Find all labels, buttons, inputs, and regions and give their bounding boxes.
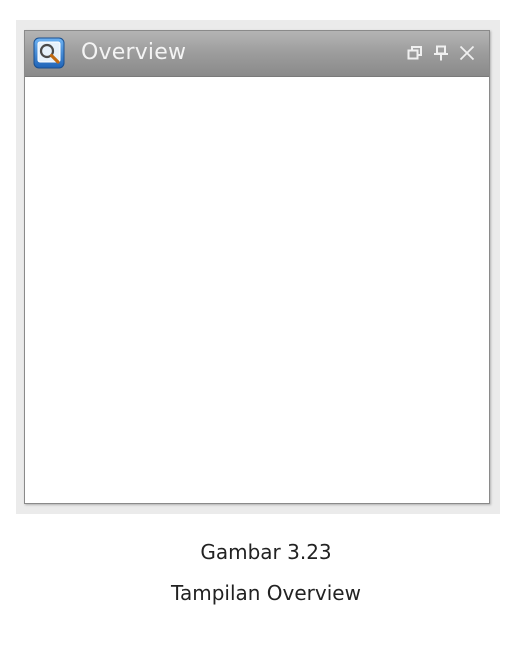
- title-controls: [405, 43, 477, 63]
- panel-title: Overview: [81, 40, 187, 65]
- close-icon[interactable]: [457, 43, 477, 63]
- figure-title: Tampilan Overview: [171, 581, 361, 605]
- float-window-icon[interactable]: [405, 43, 425, 63]
- magnifier-icon: [33, 37, 65, 69]
- overview-content-area[interactable]: [25, 77, 489, 503]
- pin-icon[interactable]: [431, 43, 451, 63]
- overview-panel: Overview: [24, 30, 490, 504]
- panel-titlebar[interactable]: Overview: [25, 31, 489, 77]
- figure-number: Gambar 3.23: [200, 540, 332, 564]
